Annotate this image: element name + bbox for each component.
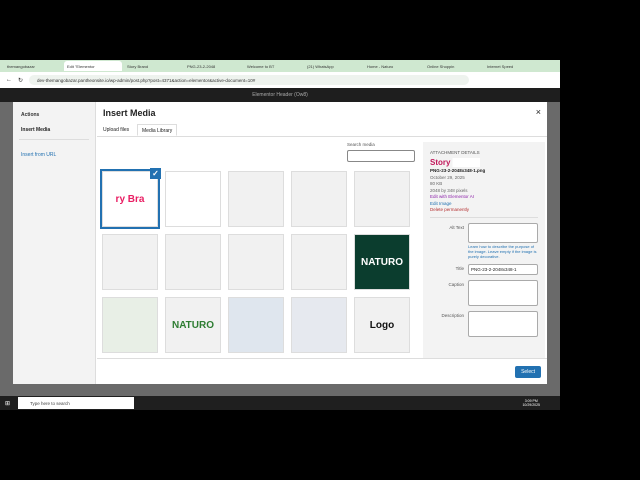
file-size: 80 KB (430, 181, 443, 186)
tab[interactable]: (21) WhatsApp (304, 61, 362, 71)
back-icon[interactable]: ← (6, 77, 12, 83)
insert-media-link[interactable]: Insert Media (21, 127, 50, 133)
tab[interactable]: PNG-23-2-2048 (184, 61, 242, 71)
media-thumbnail[interactable] (228, 297, 284, 353)
tab[interactable]: themangobazar (4, 61, 62, 71)
tab[interactable]: Welcome to BT (244, 61, 302, 71)
thumbnail-label: NATURO (360, 256, 404, 268)
media-thumbnail[interactable] (102, 234, 158, 290)
alt-help-text[interactable]: Learn how to describe the purpose of the… (468, 244, 538, 259)
media-thumbnail[interactable]: NATURO (165, 297, 221, 353)
title-label: Title (455, 266, 464, 271)
modal-footer: Select (97, 358, 547, 384)
tab[interactable]: Home - Naturo (364, 61, 422, 71)
description-input[interactable] (468, 311, 538, 337)
media-thumbnail[interactable] (228, 234, 284, 290)
delete-link[interactable]: Delete permanently (430, 207, 538, 212)
tab-upload-files[interactable]: Upload files (99, 124, 133, 136)
divider (97, 136, 547, 137)
modal-title: Insert Media (103, 108, 156, 118)
tab-active[interactable]: Edit "Elementor (64, 61, 122, 71)
edit-image-link[interactable]: Edit Image (430, 201, 538, 206)
media-thumbnail[interactable] (165, 234, 221, 290)
search-input[interactable] (347, 150, 415, 162)
description-label: Description (441, 313, 464, 318)
address-bar-row: ← ↻ dev-themangobazar.pantheonsite.io/wp-… (0, 72, 560, 88)
windows-start-icon[interactable]: ⊞ (5, 400, 10, 407)
screen: themangobazar Edit "Elementor Story Bran… (0, 60, 560, 410)
image-preview: Story (430, 157, 480, 167)
media-thumbnail[interactable] (291, 234, 347, 290)
upload-date: October 29, 2025 (430, 174, 465, 180)
filename: PNG-23-2-2048x348-1.png (430, 168, 486, 173)
tab[interactable]: Internet Speed (484, 61, 542, 71)
edit-with-ai-link[interactable]: Edit with Elementor AI (430, 194, 538, 199)
media-thumbnail[interactable] (228, 171, 284, 227)
alt-text-input[interactable] (468, 223, 538, 243)
search-label: Search media (347, 142, 375, 147)
media-thumbnail[interactable] (291, 297, 347, 353)
reload-icon[interactable]: ↻ (18, 77, 23, 84)
tab[interactable]: Story Brand (124, 61, 182, 71)
thumbnail-label: Logo (369, 319, 395, 331)
thumbnail-label: ry Bra (115, 193, 145, 205)
attachment-details: ATTACHMENT DETAILS Story PNG-23-2-2048x3… (423, 142, 545, 358)
modal-sidebar: Actions Insert Media Insert from URL (13, 102, 96, 384)
media-thumbnail[interactable] (165, 171, 221, 227)
taskbar: ⊞ Type here to search 3:09 PM 10/29/2025 (0, 396, 560, 410)
clock: 3:09 PM 10/29/2025 (522, 399, 540, 407)
divider (19, 139, 89, 140)
checkmark-icon[interactable]: ✓ (150, 168, 161, 179)
browser-tabs: themangobazar Edit "Elementor Story Bran… (0, 60, 560, 72)
media-thumbnail[interactable]: NATURO (354, 234, 410, 290)
insert-media-modal: Actions Insert Media Insert from URL Ins… (13, 102, 547, 384)
modal-main: Insert Media × Upload files Media Librar… (97, 102, 547, 384)
media-thumbnail[interactable] (354, 171, 410, 227)
close-icon[interactable]: × (536, 107, 541, 117)
select-button[interactable]: Select (515, 366, 541, 378)
insert-from-url-link[interactable]: Insert from URL (21, 152, 56, 158)
title-input[interactable]: PNG-23-2-2048x348-1 (468, 264, 538, 275)
media-thumbnail[interactable] (291, 171, 347, 227)
media-thumbnail[interactable] (102, 297, 158, 353)
thumbnail-label: NATURO (171, 319, 215, 331)
tab-media-library[interactable]: Media Library (137, 124, 178, 136)
caption-input[interactable] (468, 280, 538, 306)
taskbar-search[interactable]: Type here to search (18, 397, 135, 409)
url-input[interactable]: dev-themangobazar.pantheonsite.io/wp-adm… (29, 75, 470, 85)
elementor-topbar: Elementor Header (Ow8) (0, 88, 560, 102)
details-heading: ATTACHMENT DETAILS (430, 149, 480, 155)
actions-heading: Actions (21, 112, 40, 118)
dimensions: 2048 by 348 pixels (430, 187, 468, 193)
document-title[interactable]: Elementor Header (Ow8) (252, 92, 308, 98)
alt-text-label: Alt Text (449, 225, 464, 230)
caption-label: Caption (448, 282, 464, 287)
media-thumbnail[interactable]: ry Bra ✓ (100, 168, 161, 229)
media-thumbnail[interactable]: Logo (354, 297, 410, 353)
tab[interactable]: Online Shoppin (424, 61, 482, 71)
